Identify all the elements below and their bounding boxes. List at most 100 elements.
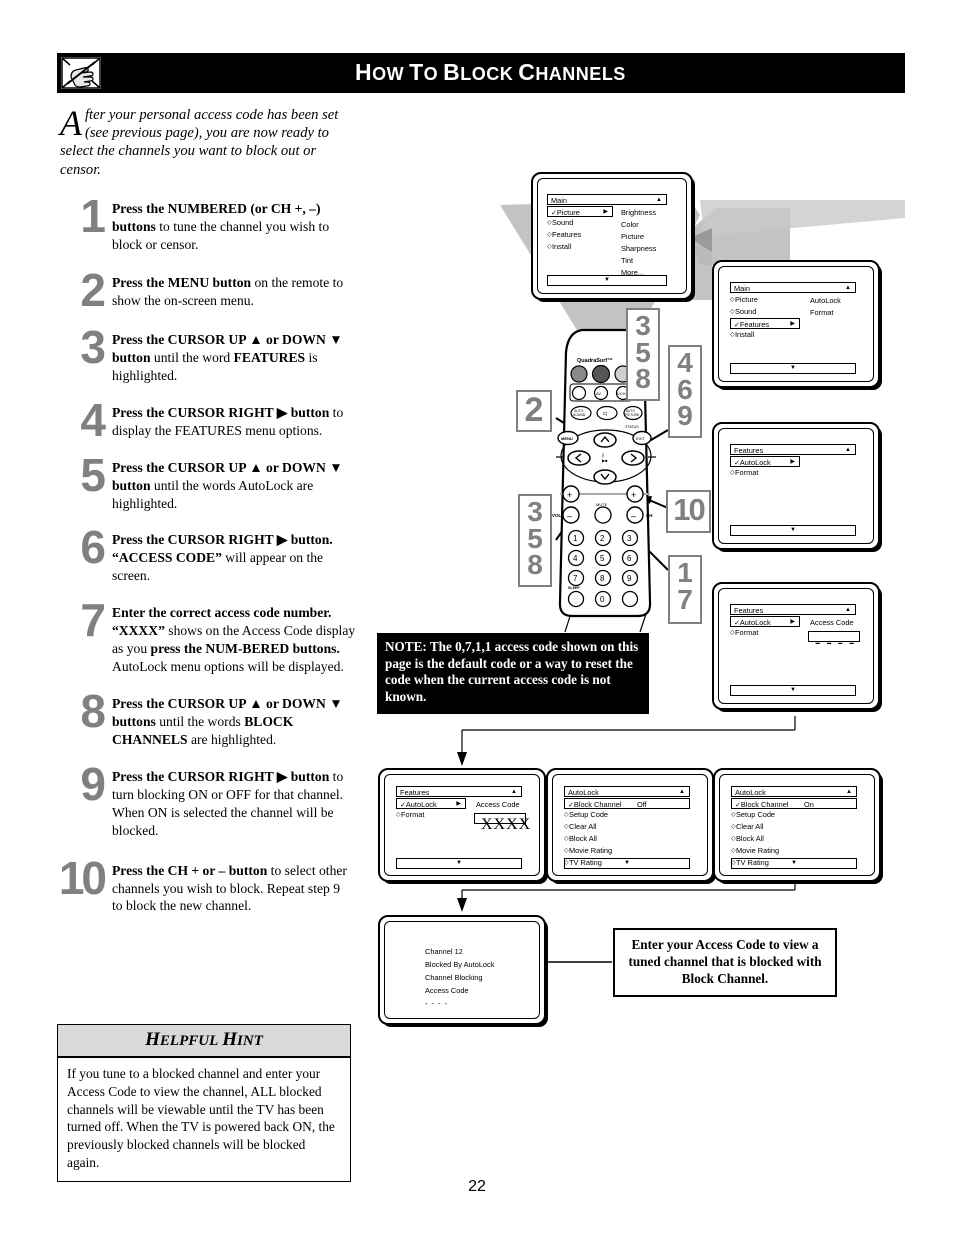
osd-item-label: Sound	[552, 218, 574, 227]
diamond-icon: ◇	[730, 297, 735, 303]
svg-text:+: +	[631, 490, 636, 500]
hint-title-rest1: ELPFUL	[159, 1033, 219, 1049]
osd-item-label: Format	[401, 810, 425, 819]
osd-item-label: Picture	[735, 295, 759, 304]
step-text: Press the CURSOR RIGHT ▶ button. “ACCESS…	[112, 532, 333, 584]
diamond-icon: ◇	[731, 836, 736, 842]
osd-item-label: ✓AutoLock	[400, 800, 437, 809]
osd-title-bar: Main ▲	[730, 282, 856, 293]
osd-bottom-bar: ▼	[547, 275, 667, 286]
hint-title-cap2: H	[222, 1029, 238, 1050]
osd-access-code-field[interactable]: - - - -	[808, 631, 860, 651]
osd-item[interactable]: ◇ Sound	[730, 306, 862, 318]
osd-bottom-bar: ▼	[731, 858, 857, 869]
callout-digit: 7	[677, 583, 693, 615]
svg-text:AV: AV	[596, 391, 601, 396]
tv-screen-blocked-channel: Channel 12 Blocked By AutoLock Channel B…	[378, 915, 546, 1025]
callout-digit: 5	[527, 522, 543, 554]
osd-item-label: Clear All	[736, 822, 764, 831]
osd-item-label: Clear All	[569, 822, 597, 831]
hand-pointing-no-touch-icon	[59, 55, 103, 91]
osd-item[interactable]: ◇ Setup Code	[564, 809, 696, 821]
diamond-icon: ◇	[564, 812, 569, 818]
svg-text:3: 3	[627, 534, 632, 543]
osd-item-label: Setup Code	[736, 810, 776, 819]
osd-item-selected[interactable]: ✓Picture ▶	[547, 206, 613, 217]
osd-item[interactable]: ◇ Clear All	[731, 821, 863, 833]
tv-screen-main-picture: Main ▲ ✓Picture ▶ ◇ Sound ◇ Features ◇ Inst…	[531, 172, 693, 300]
hint-title-cap1: H	[145, 1029, 160, 1050]
osd-item[interactable]: ◇ Movie Rating	[731, 845, 863, 857]
diamond-icon: ◇	[547, 220, 552, 226]
osd-item[interactable]: ◇ Picture	[730, 294, 862, 306]
step-text: Press the CURSOR UP ▲ or DOWN ▼ buttons …	[112, 696, 343, 747]
osd-submenu-item[interactable]: Format	[810, 307, 841, 319]
step-number: 3	[80, 320, 106, 373]
osd-down-arrow-icon: ▼	[456, 860, 462, 866]
step-text: Press the MENU button on the remote to s…	[112, 274, 344, 308]
osd-item-selected[interactable]: ✓Block Channel Off	[564, 798, 690, 809]
osd-right-arrow-icon: ▶	[790, 619, 795, 625]
osd-submenu-item[interactable]: AutoLock	[810, 295, 841, 307]
osd-submenu-item[interactable]: Brightness	[621, 207, 656, 219]
osd-right-arrow-icon: ▶	[790, 321, 795, 327]
tv-screen-features-autolock: Features ▲ ✓AutoLock ▶ ◇ Format ▼	[712, 422, 880, 550]
step-text: Press the NUMBERED (or CH +, –) buttons …	[112, 201, 330, 252]
osd-item-selected[interactable]: ✓Features ▶	[730, 318, 800, 329]
osd-submenu: AutoLock Format	[810, 295, 841, 319]
svg-text:C|: C|	[603, 411, 607, 416]
diamond-icon: ◇	[564, 824, 569, 830]
osd-down-arrow-icon: ▼	[790, 687, 796, 693]
step-text: Press the CURSOR UP ▲ or DOWN ▼ button u…	[112, 331, 343, 383]
osd-item[interactable]: ◇ Setup Code	[731, 809, 863, 821]
tv-screen-main-features: Main ▲ ◇ Picture ◇ Sound ✓Features ▶ ◇ Inst…	[712, 260, 880, 388]
svg-text:–: –	[631, 511, 636, 521]
osd-right-arrow-icon: ▶	[790, 459, 795, 465]
osd-item-selected[interactable]: ✓AutoLock ▶	[730, 616, 800, 627]
osd-item-label: Block All	[736, 834, 764, 843]
callout-digit: 8	[635, 363, 651, 395]
tv-screen-autolock-block-on: AutoLock ▲ ✓Block Channel On ◇ Setup Code…	[713, 768, 881, 882]
osd-item-selected[interactable]: ✓Block Channel On	[731, 798, 857, 809]
step-text: Enter the correct access code number. “X…	[112, 605, 356, 675]
osd-up-arrow-icon: ▲	[845, 447, 851, 453]
osd-up-arrow-icon: ▲	[511, 789, 517, 795]
svg-text:8: 8	[600, 574, 605, 583]
diamond-icon: ◇	[731, 848, 736, 854]
osd-item-selected[interactable]: ✓AutoLock ▶	[730, 456, 800, 467]
helpful-hint-body: If you tune to a blocked channel and ent…	[67, 1066, 335, 1171]
osd-item-label: ✓AutoLock	[734, 618, 771, 627]
osd-item[interactable]: ◇ Clear All	[564, 821, 696, 833]
step-text: Press the CURSOR RIGHT ▶ button to displ…	[112, 404, 344, 438]
step-number: 6	[80, 521, 106, 574]
svg-text:CH: CH	[646, 513, 653, 518]
osd-item-selected[interactable]: ✓AutoLock ▶	[396, 798, 466, 809]
svg-text:1: 1	[573, 534, 578, 543]
osd-blocked-line: Access Code	[425, 986, 469, 995]
osd-item[interactable]: ◇ Block All	[731, 833, 863, 845]
svg-text:2: 2	[600, 534, 605, 543]
osd-down-arrow-icon: ▼	[790, 527, 796, 533]
osd-item[interactable]: ◇ Block All	[564, 833, 696, 845]
osd-title: Main	[551, 196, 568, 205]
callout-digit: 10	[673, 492, 705, 527]
osd-submenu-item[interactable]: Picture	[621, 231, 656, 243]
callout-digit: 3	[527, 496, 543, 527]
osd-submenu-item[interactable]: Color	[621, 219, 656, 231]
osd-blocked-line: Channel Blocking	[425, 973, 483, 982]
osd-item[interactable]: ◇ Format	[730, 467, 862, 479]
osd-access-code-field[interactable]: XXXX	[474, 813, 530, 833]
osd-title: AutoLock	[735, 788, 766, 797]
step-number: 10	[58, 851, 107, 904]
osd-submenu: Brightness Color Picture Sharpness Tint …	[621, 207, 656, 279]
step-number: 2	[80, 263, 106, 316]
step-item: 8 Press the CURSOR UP ▲ or DOWN ▼ button…	[46, 688, 366, 749]
osd-submenu-item[interactable]: Sharpness	[621, 243, 656, 255]
step-item: 5 Press the CURSOR UP ▲ or DOWN ▼ button…	[46, 452, 366, 513]
svg-text:VOL: VOL	[552, 513, 562, 518]
svg-text:6: 6	[627, 554, 632, 563]
osd-item[interactable]: ◇ Install	[730, 329, 862, 341]
osd-item[interactable]: ◇ Movie Rating	[564, 845, 696, 857]
osd-submenu-item[interactable]: Tint	[621, 255, 656, 267]
step-number: 4	[80, 393, 106, 446]
